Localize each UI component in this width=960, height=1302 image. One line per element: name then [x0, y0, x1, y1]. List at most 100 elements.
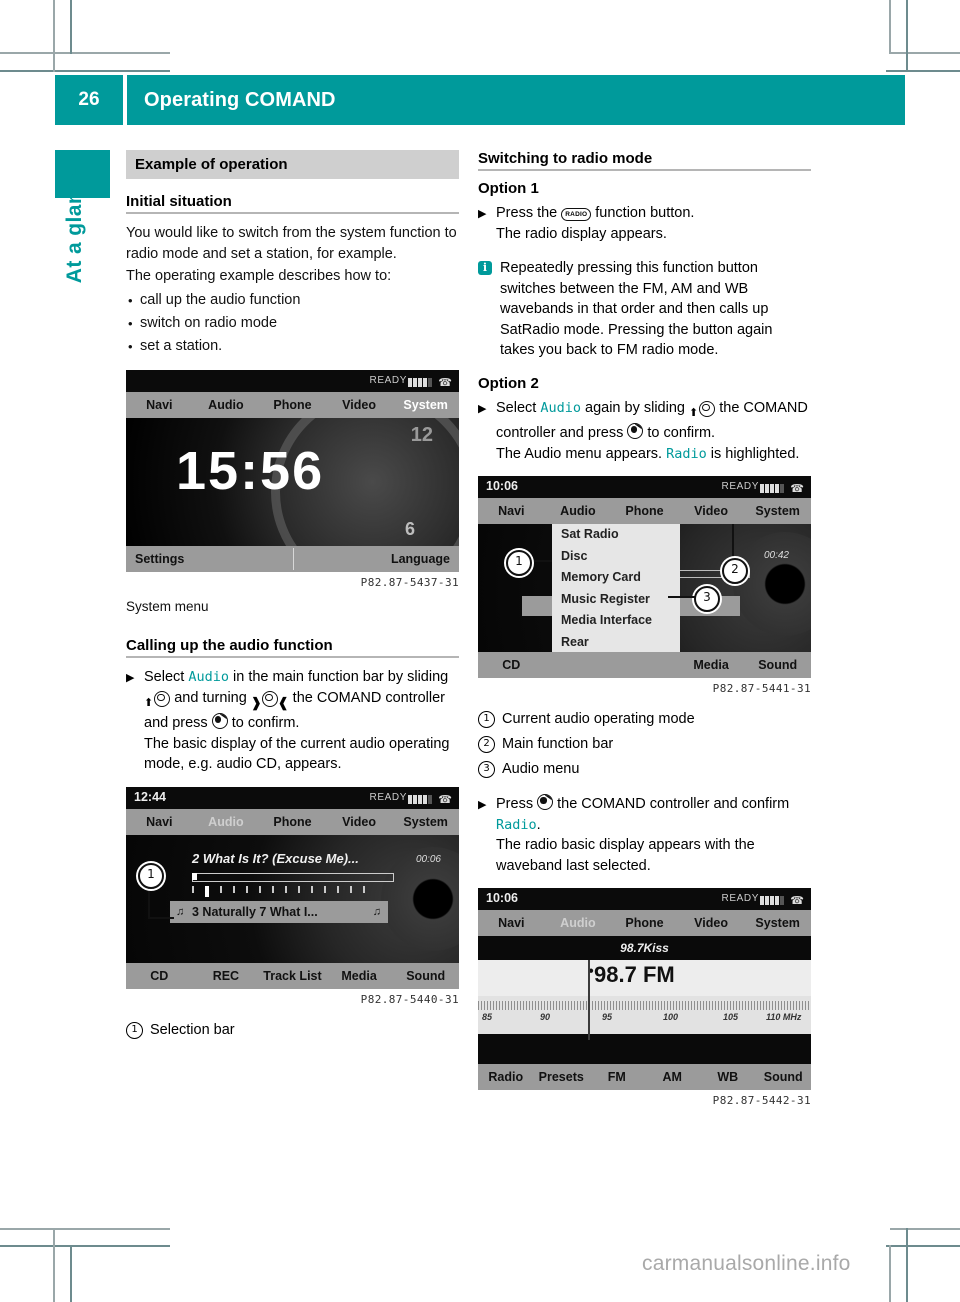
button-track-list[interactable]: .	[611, 652, 678, 678]
menu-item-system[interactable]: System	[744, 498, 811, 524]
menu-item-navi[interactable]: Navi	[126, 392, 193, 418]
heading-switching-radio: Switching to radio mode	[478, 150, 653, 167]
menu-item-audio[interactable]: Audio	[193, 392, 260, 418]
menu-item-phone[interactable]: Phone	[611, 910, 678, 936]
initial-bullet-list: call up the audio function switch on rad…	[126, 289, 459, 358]
section-title-example: Example of operation	[126, 150, 459, 179]
sidebar-tab-label: At a glance	[63, 166, 86, 284]
step-result: The Audio menu appears. Radio is highlig…	[496, 444, 811, 465]
button-media[interactable]: Media	[326, 963, 393, 989]
button-sound[interactable]: Sound	[392, 963, 459, 989]
button-am[interactable]: AM	[645, 1064, 701, 1090]
button-language[interactable]: Language	[391, 546, 450, 572]
press-controller-icon	[211, 713, 228, 729]
legend-row: 3 Audio menu	[478, 757, 811, 782]
menu-item-video[interactable]: Video	[678, 498, 745, 524]
button-radio[interactable]: Radio	[478, 1064, 534, 1090]
menu-item-navi[interactable]: Navi	[478, 910, 545, 936]
scale-label: 90	[540, 1012, 551, 1022]
right-column: Switching to radio mode Option 1 ▶ Press…	[478, 150, 811, 1107]
step-text-post: .	[536, 816, 541, 833]
figure-caption: System menu	[126, 598, 209, 614]
status-bar: 10:06 READY ☎	[478, 888, 811, 910]
crop-mark-top-left-h2	[0, 70, 170, 72]
divider	[478, 169, 811, 171]
step-arrow-icon: ▶	[478, 208, 487, 220]
bottom-function-bar: CD REC Track List Media Sound	[126, 962, 459, 989]
menu-item-phone[interactable]: Phone	[259, 392, 326, 418]
manual-page: 26 Operating COMAND At a glance Example …	[0, 0, 960, 1302]
phone-icon: ☎	[438, 376, 452, 389]
menu-item-sat-radio[interactable]: Sat Radio	[552, 524, 680, 546]
menu-item-memory-card[interactable]: Memory Card	[552, 567, 680, 589]
crop-mark-top-left-v	[53, 0, 55, 72]
menu-item-audio[interactable]: Audio	[545, 910, 612, 936]
divider	[126, 656, 459, 658]
button-sound[interactable]: Sound	[744, 652, 811, 678]
button-rec[interactable]: REC	[193, 963, 260, 989]
menu-item-navi[interactable]: Navi	[478, 498, 545, 524]
button-rec[interactable]: .	[545, 652, 612, 678]
step-text-mid: the COMAND controller and confirm	[553, 796, 790, 812]
menu-item-system[interactable]: System	[744, 910, 811, 936]
menu-item-video[interactable]: Video	[326, 392, 393, 418]
selection-bar-text: 3 Naturally 7 What I...	[192, 904, 318, 919]
legend-row: 2 Main function bar	[478, 732, 811, 757]
signal-bars-icon	[760, 894, 785, 908]
main-function-bar: Navi Audio Phone Video System	[126, 808, 459, 835]
step-arrow-icon: ▶	[478, 799, 487, 811]
step-arrow-icon: ▶	[126, 672, 135, 684]
menu-item-media-interface[interactable]: Media Interface	[552, 610, 680, 632]
button-cd[interactable]: CD	[126, 963, 193, 989]
legend-row: 1 Selection bar	[126, 1018, 459, 1043]
scale-label: 105	[723, 1012, 739, 1022]
step-text-mid3: to confirm.	[643, 425, 716, 441]
status-bar: 12:44 READY ☎	[126, 786, 459, 809]
menu-item-phone[interactable]: Phone	[611, 498, 678, 524]
menu-item-video[interactable]: Video	[678, 910, 745, 936]
ui-term-audio: Audio	[540, 399, 581, 416]
crop-mark-top-left-h	[0, 52, 170, 54]
main-function-bar: Navi Audio Phone Video System	[478, 910, 811, 936]
button-sound[interactable]: Sound	[756, 1064, 812, 1090]
button-fm[interactable]: FM	[589, 1064, 645, 1090]
menu-item-system[interactable]: System	[392, 809, 459, 835]
audio-menu-dropdown[interactable]: FM/AM Radio Sat Radio Disc Memory Card M…	[552, 524, 680, 652]
step-press-radio-button: ▶ Press the RADIO function button. The r…	[478, 203, 811, 244]
button-track-list[interactable]: Track List	[259, 963, 326, 989]
ui-term-radio: Radio	[496, 816, 537, 833]
list-item: call up the audio function	[126, 289, 459, 312]
screenshot-audio-menu: 10:06 READY ☎ Navi Audio Phone Video Sys…	[478, 476, 811, 695]
callout-marker: 3	[694, 586, 720, 612]
frequency-scale[interactable]: 85 90 95 100 105 110 MHz	[478, 996, 811, 1034]
button-presets[interactable]: Presets	[534, 1064, 590, 1090]
button-cd[interactable]: CD	[478, 652, 545, 678]
initial-paragraph-1: You would like to switch from the system…	[126, 225, 457, 262]
step-text-mid1: again by sliding	[580, 399, 689, 416]
menu-item-disc[interactable]: Disc	[552, 546, 680, 568]
button-wb[interactable]: WB	[700, 1064, 756, 1090]
crop-mark-bottom-left-v2	[70, 1245, 72, 1302]
signal-bars-icon	[408, 376, 433, 390]
clock-time: 12:44	[134, 789, 166, 804]
selection-bar[interactable]: ♫ 3 Naturally 7 What I... ♫	[170, 900, 388, 923]
menu-item-navi[interactable]: Navi	[126, 809, 193, 835]
progress-bar[interactable]	[192, 872, 394, 882]
menu-item-system[interactable]: System	[392, 392, 459, 418]
main-function-bar: Navi Audio Phone Video System	[478, 498, 811, 524]
menu-item-audio[interactable]: Audio	[545, 498, 612, 524]
menu-item-audio[interactable]: Audio	[193, 809, 260, 835]
menu-item-video[interactable]: Video	[326, 809, 393, 835]
menu-item-phone[interactable]: Phone	[259, 809, 326, 835]
menu-item-music-register[interactable]: Music Register	[552, 589, 680, 611]
menu-item-rear[interactable]: Rear	[552, 632, 680, 653]
radio-display-area: 98.7Kiss ●98.7 FM 85 90 95 100 105 110 M…	[478, 936, 811, 1064]
button-settings[interactable]: Settings	[135, 546, 184, 572]
heading-option-1: Option 1	[478, 180, 539, 197]
screenshot-audio-cd: 12:44 READY ☎ Navi Audio Phone Video Sys…	[126, 786, 459, 1006]
callout-leader-line	[148, 916, 174, 919]
step-select-audio: ▶ Select Audio in the main function bar …	[126, 667, 459, 775]
crop-mark-bottom-right-h2	[886, 1245, 960, 1247]
note-icon: ♫	[372, 905, 381, 918]
button-media[interactable]: Media	[678, 652, 745, 678]
